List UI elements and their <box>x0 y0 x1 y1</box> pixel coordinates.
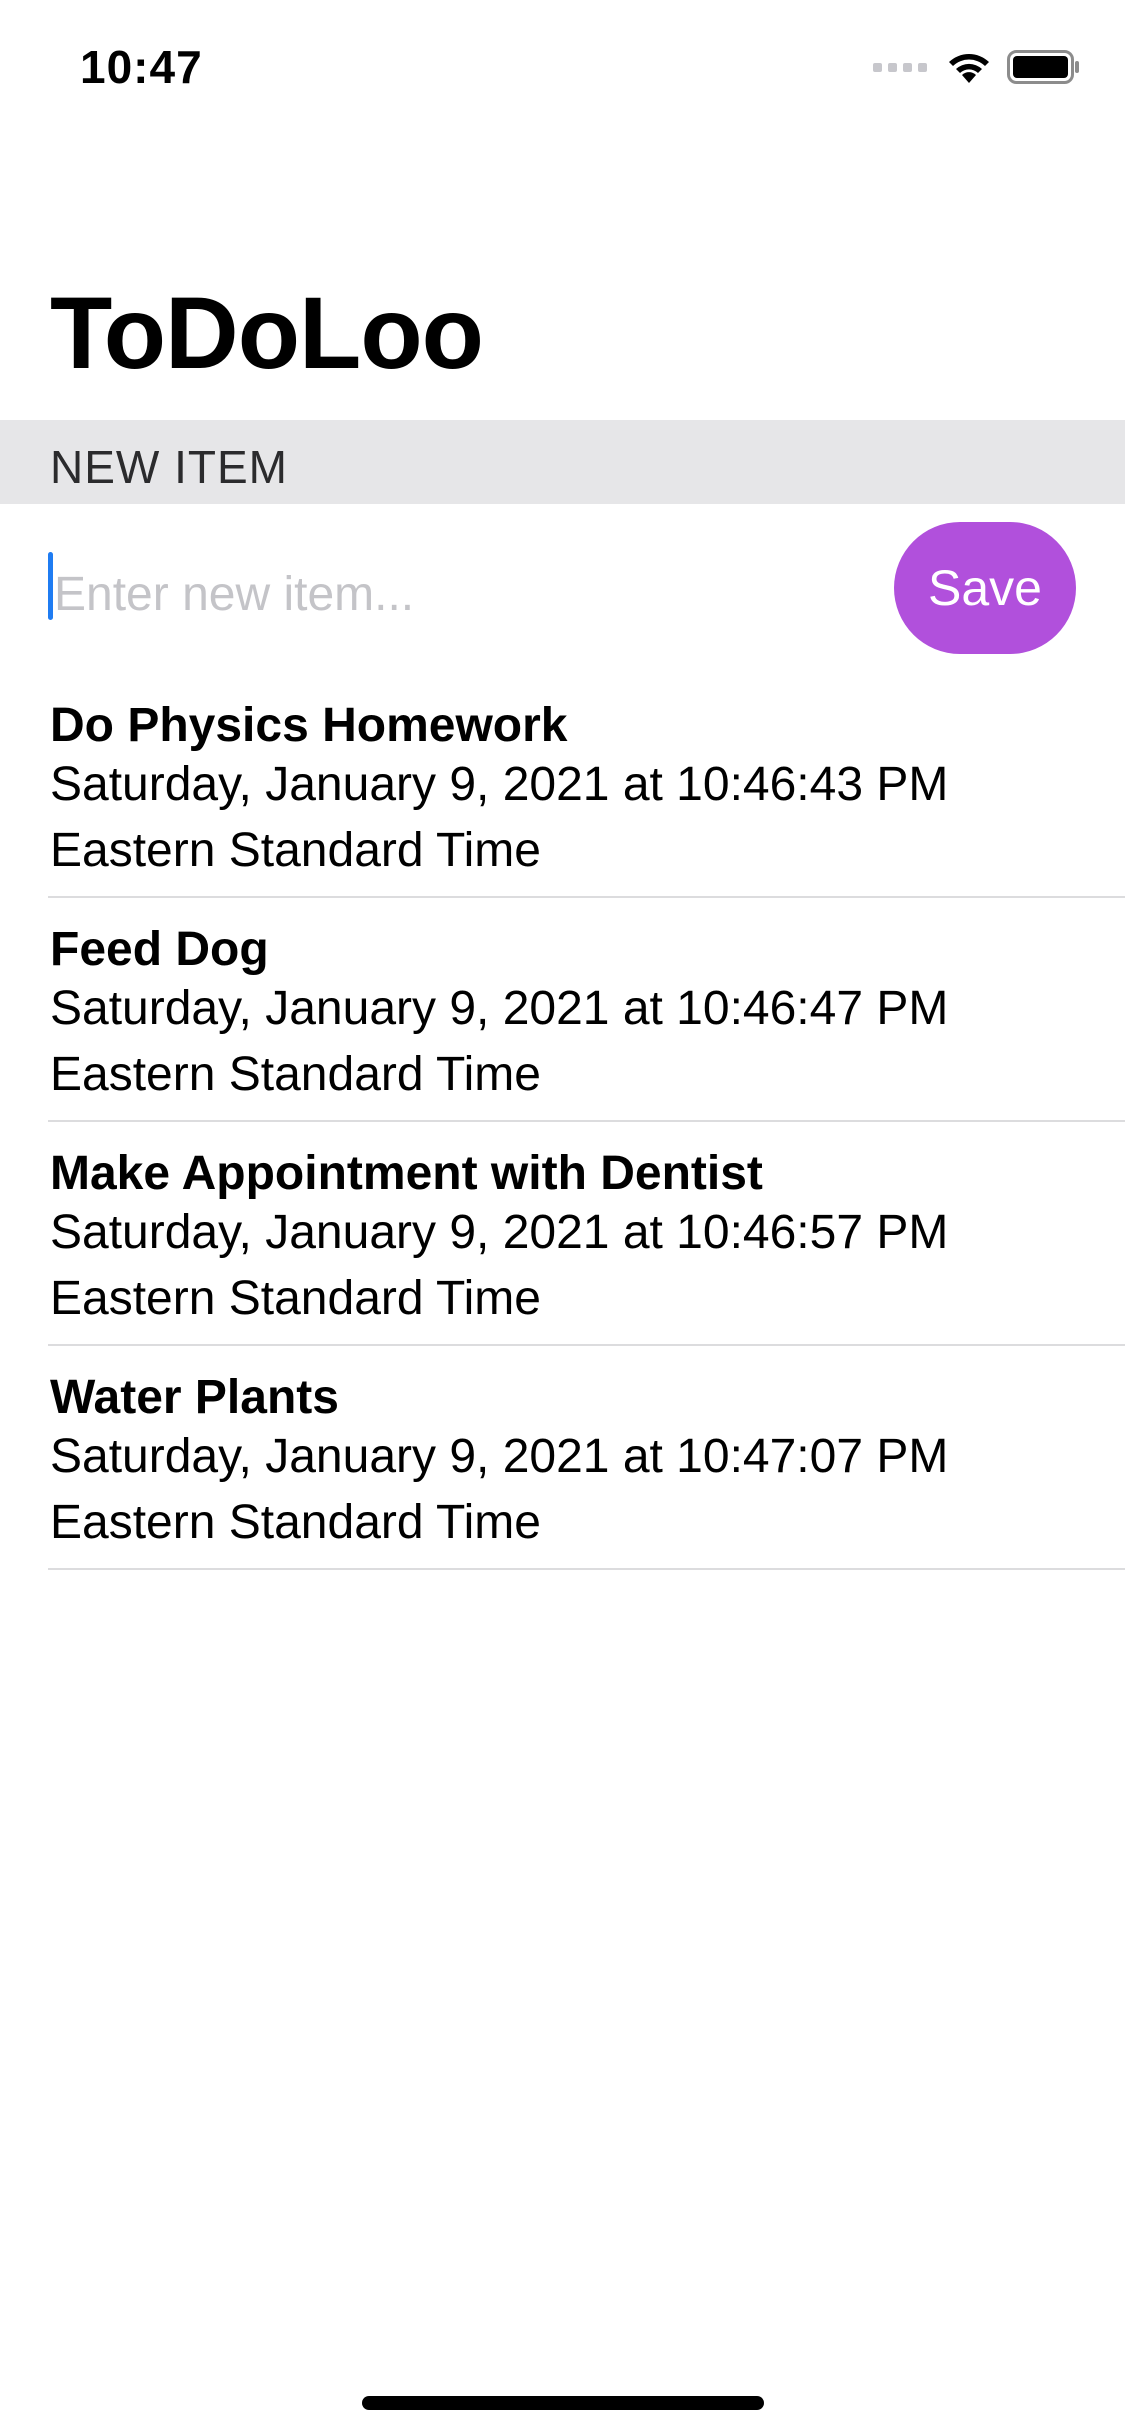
status-icons <box>873 50 1081 84</box>
status-bar: 10:47 <box>0 0 1125 132</box>
item-date: Saturday, January 9, 2021 at 10:46:43 PM… <box>50 758 949 877</box>
home-indicator[interactable] <box>362 2396 764 2410</box>
list-item[interactable]: Feed Dog Saturday, January 9, 2021 at 10… <box>48 898 1125 1122</box>
item-title: Do Physics Homework <box>50 699 568 752</box>
list-item[interactable]: Water Plants Saturday, January 9, 2021 a… <box>48 1346 1125 1570</box>
section-header: NEW ITEM <box>0 420 1125 504</box>
item-title: Make Appointment with Dentist <box>50 1147 763 1200</box>
page-title: ToDoLoo <box>50 276 484 390</box>
item-date: Saturday, January 9, 2021 at 10:47:07 PM… <box>50 1430 949 1549</box>
item-date: Saturday, January 9, 2021 at 10:46:57 PM… <box>50 1206 949 1325</box>
item-title: Feed Dog <box>50 923 269 976</box>
item-date: Saturday, January 9, 2021 at 10:46:47 PM… <box>50 982 949 1101</box>
item-title: Water Plants <box>50 1371 339 1424</box>
cellular-signal-icon <box>873 62 927 72</box>
battery-icon <box>1007 50 1081 84</box>
status-time: 10:47 <box>80 41 203 93</box>
list-item[interactable]: Make Appointment with Dentist Saturday, … <box>48 1122 1125 1346</box>
todo-list: Do Physics Homework Saturday, January 9,… <box>0 674 1125 1570</box>
section-header-label: NEW ITEM <box>50 441 288 493</box>
new-item-input[interactable] <box>50 554 874 634</box>
list-item[interactable]: Do Physics Homework Saturday, January 9,… <box>48 674 1125 898</box>
wifi-icon <box>947 50 991 84</box>
text-caret <box>48 552 53 620</box>
save-button[interactable]: Save <box>894 522 1076 654</box>
